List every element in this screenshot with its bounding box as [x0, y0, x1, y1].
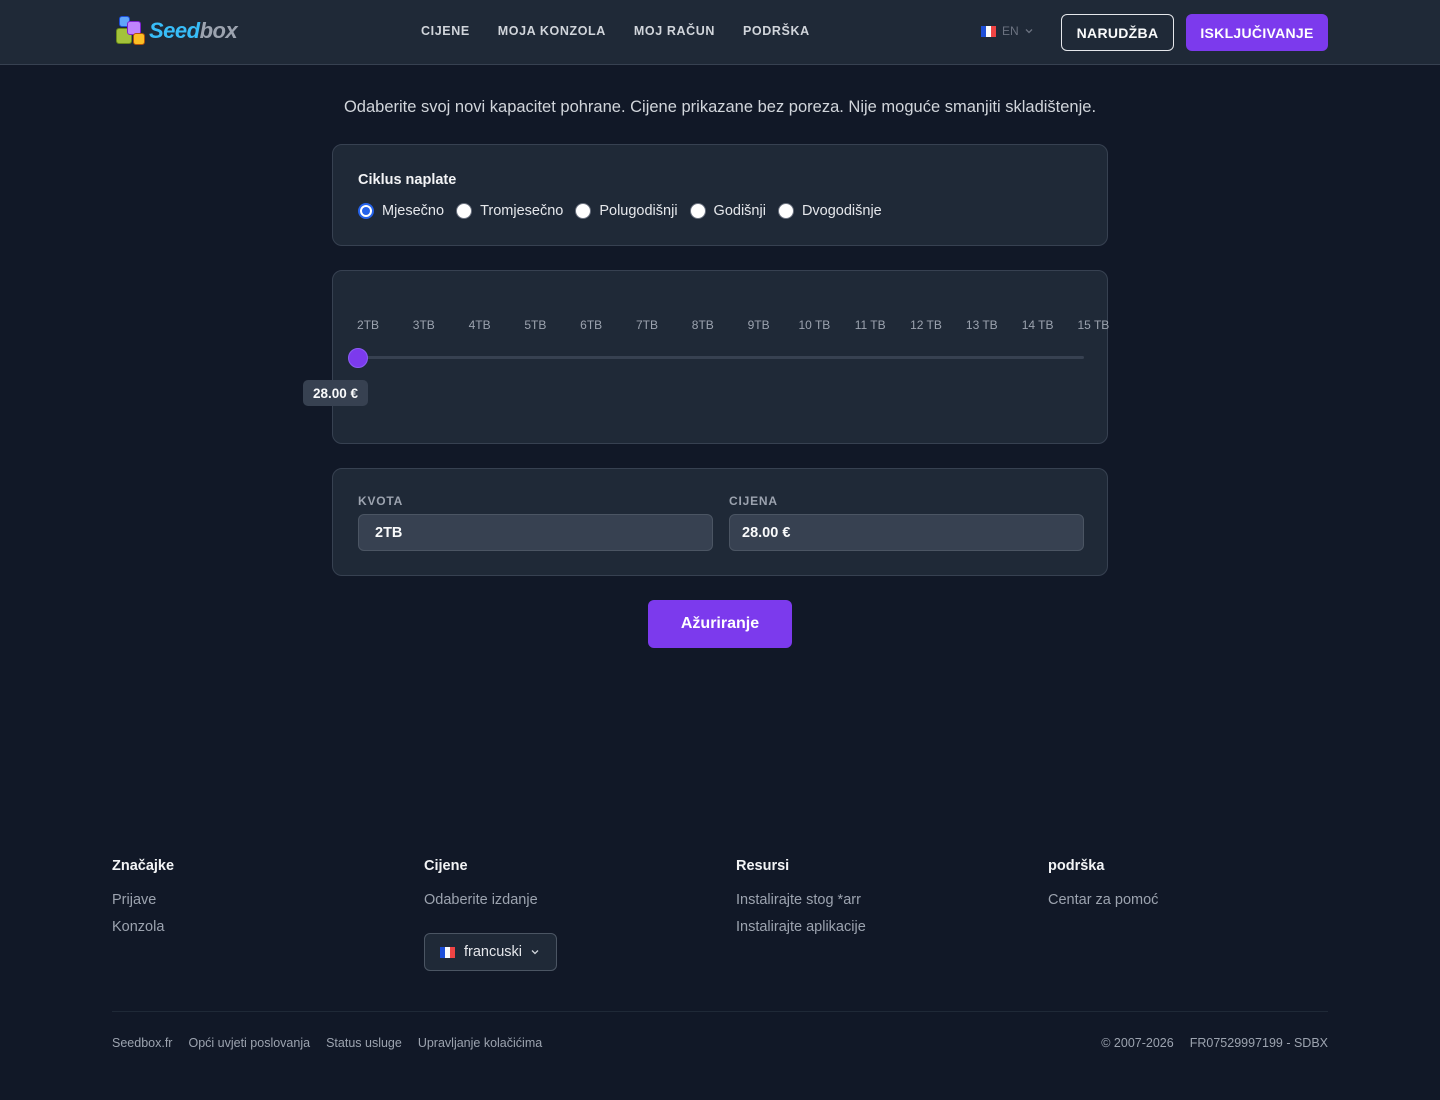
- footer-col-title: Resursi: [736, 858, 790, 874]
- intro-text: Odaberite svoj novi kapacitet pohrane. C…: [343, 98, 1097, 116]
- slider-tick-label[interactable]: 9TB: [748, 318, 770, 332]
- order-button[interactable]: NARUDŽBA: [1061, 14, 1174, 51]
- footer-language-select[interactable]: francuski: [424, 933, 557, 971]
- footer-col-title: Cijene: [424, 858, 468, 874]
- logout-button[interactable]: ISKLJUČIVANJE: [1186, 14, 1328, 51]
- footer-link-choose-edition[interactable]: Odaberite izdanje: [424, 892, 538, 908]
- footer-link-terms[interactable]: Opći uvjeti poslovanja: [188, 1036, 310, 1050]
- footer-link-status[interactable]: Status usluge: [326, 1036, 402, 1050]
- footer-col-resources: Resursi Instalirajte stog *arr Instalira…: [736, 858, 866, 946]
- footer-link-help-center[interactable]: Centar za pomoć: [1048, 892, 1158, 908]
- price-label: CIJENA: [729, 494, 778, 508]
- billing-cycle-options: Mjesečno Tromjesečno Polugodišnji Godišn…: [358, 203, 894, 219]
- slider-tick-label[interactable]: 7TB: [636, 318, 658, 332]
- radio-indicator[interactable]: [689, 203, 706, 219]
- footer-col-pricing: Cijene Odaberite izdanje: [424, 858, 538, 919]
- slider-tick-label[interactable]: 3TB: [413, 318, 435, 332]
- footer-col-title: podrška: [1048, 858, 1105, 874]
- seedbox-logo[interactable]: Seedbox: [113, 15, 238, 47]
- quota-label: KVOTA: [358, 494, 404, 508]
- slider-price-bubble: 28.00 €: [303, 380, 369, 406]
- update-button[interactable]: Ažuriranje: [648, 600, 792, 648]
- logo-cubes-icon: [113, 15, 147, 47]
- footer-link-apps[interactable]: Prijave: [112, 892, 174, 908]
- billing-cycle-title: Ciklus naplate: [358, 172, 457, 188]
- france-flag-icon: [440, 946, 455, 958]
- radio-monthly[interactable]: Mjesečno: [358, 203, 444, 219]
- footer-legal: © 2007-2026 FR07529997199 - SDBX: [1101, 1036, 1328, 1050]
- company-id: FR07529997199 - SDBX: [1189, 1036, 1328, 1050]
- price-field[interactable]: [729, 514, 1084, 551]
- slider-tick-label[interactable]: 8TB: [692, 318, 714, 332]
- radio-indicator[interactable]: [456, 203, 473, 219]
- storage-slider-card: 2TB 3TB 4TB 5TB 6TB 7TB 8TB 9TB 10 TB 11 TB 12 TB 1…: [303, 270, 1109, 444]
- logo-text: Seedbox: [149, 18, 238, 43]
- radio-quarterly[interactable]: Tromjesečno: [456, 203, 563, 219]
- footer-link-install-apps[interactable]: Instalirajte aplikacije: [736, 919, 866, 935]
- slider-tick-label[interactable]: 11 TB: [855, 318, 886, 332]
- slider-tick-label[interactable]: 6TB: [580, 318, 602, 332]
- language-switcher[interactable]: EN: [981, 24, 1033, 38]
- footer-col-features: Značajke Prijave Konzola: [112, 858, 174, 946]
- footer-link-console[interactable]: Konzola: [112, 919, 174, 935]
- footer-col-support: podrška Centar za pomoć: [1048, 858, 1158, 919]
- radio-semiannual[interactable]: Polugodišnji: [575, 203, 678, 219]
- slider-tick-label[interactable]: 10 TB: [798, 318, 830, 332]
- slider-tick-label[interactable]: 13 TB: [966, 318, 998, 332]
- footer-divider: [112, 1011, 1328, 1012]
- radio-indicator[interactable]: [575, 203, 592, 219]
- footer-bottom-links: Seedbox.fr Opći uvjeti poslovanja Status…: [112, 1036, 542, 1050]
- radio-biennial[interactable]: Dvogodišnje: [777, 203, 882, 219]
- language-code: EN: [1002, 24, 1019, 38]
- slider-handle[interactable]: [348, 348, 368, 368]
- footer-language-value: francuski: [464, 944, 523, 960]
- radio-annual[interactable]: Godišnji: [689, 203, 766, 219]
- footer-col-title: Značajke: [112, 858, 175, 874]
- nav-pricing[interactable]: CIJENE: [421, 24, 470, 38]
- slider-tick-label[interactable]: 2TB: [357, 318, 379, 332]
- slider-tick-label[interactable]: 14 TB: [1022, 318, 1054, 332]
- chevron-down-icon: [1025, 29, 1033, 34]
- slider-tick-label[interactable]: 12 TB: [910, 318, 942, 332]
- slider-tick-label[interactable]: 5TB: [524, 318, 546, 332]
- main-nav: CIJENE MOJA KONZOLA MOJ RAČUN PODRŠKA: [421, 24, 810, 38]
- quota-field[interactable]: [358, 514, 713, 551]
- slider-tick-label[interactable]: 4TB: [469, 318, 491, 332]
- summary-card: KVOTA CIJENA: [332, 468, 1108, 576]
- slider-track[interactable]: [358, 356, 1084, 359]
- radio-indicator[interactable]: [777, 203, 794, 219]
- radio-indicator[interactable]: [358, 203, 374, 219]
- nav-support[interactable]: PODRŠKA: [743, 24, 810, 38]
- footer-link-install-arr[interactable]: Instalirajte stog *arr: [736, 892, 866, 908]
- site-header: Seedbox CIJENE MOJA KONZOLA MOJ RAČUN PO…: [0, 0, 1440, 65]
- slider-tick-label[interactable]: 15 TB: [1077, 318, 1109, 332]
- france-flag-icon: [981, 25, 996, 37]
- footer-link-cookies[interactable]: Upravljanje kolačićima: [418, 1036, 542, 1050]
- footer-link-seedbox[interactable]: Seedbox.fr: [112, 1036, 172, 1050]
- chevron-down-icon: [531, 950, 539, 955]
- nav-my-account[interactable]: MOJ RAČUN: [634, 24, 715, 38]
- billing-cycle-card: Ciklus naplate Mjesečno Tromjesečno Polu…: [332, 144, 1108, 246]
- slider-tick-labels: 2TB 3TB 4TB 5TB 6TB 7TB 8TB 9TB 10 TB 11 TB 12 TB 1…: [333, 318, 1109, 334]
- nav-my-console[interactable]: MOJA KONZOLA: [498, 24, 606, 38]
- copyright: © 2007-2026: [1101, 1036, 1174, 1050]
